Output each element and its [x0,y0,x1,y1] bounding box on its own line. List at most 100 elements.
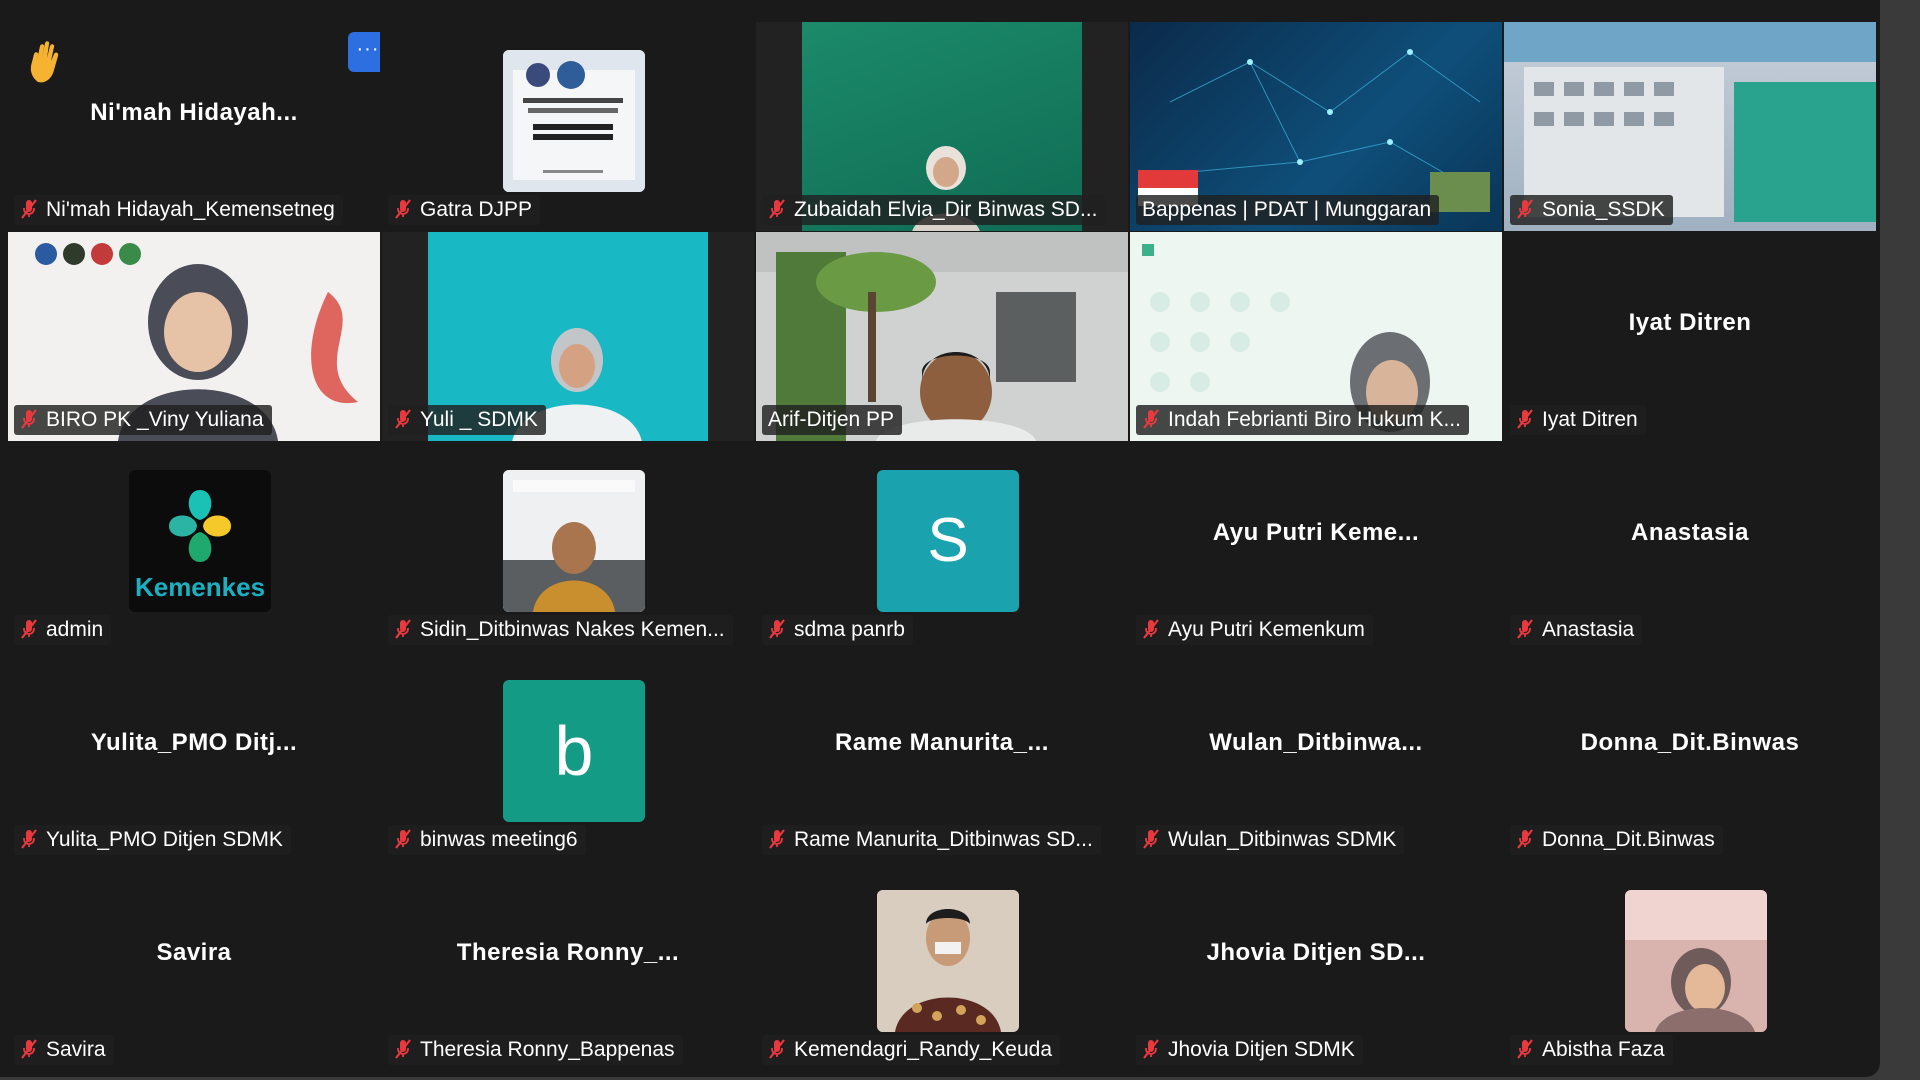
participant-name: Arif-Ditjen PP [768,408,895,431]
mic-muted-icon [768,828,786,850]
participant-display-name: Ayu Putri Keme... [1212,519,1420,546]
mic-muted-icon [1516,408,1534,430]
participant-name-label: Bappenas | PDAT | Munggaran [1136,195,1440,225]
participant-name-label: sdma panrb [762,615,913,645]
participant-display-name: Donna_Dit.Binwas [1580,729,1800,756]
mic-muted-icon [20,408,38,430]
participant-name-label: Zubaidah Elvia_Dir Binwas SD... [762,195,1106,225]
participant-display-name: Yulita_PMO Ditj... [90,729,298,756]
participant-tile[interactable]: Yulita_PMO Ditj... Yulita_PMO Ditjen SDM… [8,652,380,861]
mic-muted-icon [1516,1038,1534,1060]
participant-tile[interactable]: Jhovia Ditjen SD... Jhovia Ditjen SDMK [1130,862,1502,1071]
mic-muted-icon [20,1038,38,1060]
mic-muted-icon [768,618,786,640]
participant-tile[interactable]: Wulan_Ditbinwa... Wulan_Ditbinwas SDMK [1130,652,1502,861]
participant-name-label: BIRO PK _Viny Yuliana [14,405,272,435]
mic-muted-icon [394,1038,412,1060]
mic-muted-icon [768,198,786,220]
participant-name: BIRO PK _Viny Yuliana [46,408,264,431]
participant-name-label: Arif-Ditjen PP [762,405,903,435]
participant-name: Rame Manurita_Ditbinwas SD... [794,828,1093,851]
participant-tile[interactable]: b binwas meeting6 [382,652,754,861]
participant-name-label: Gatra DJPP [388,195,541,225]
participant-tile[interactable]: Sidin_Ditbinwas Nakes Kemen... [382,442,754,651]
participant-tile[interactable]: Theresia Ronny_... Theresia Ronny_Bappen… [382,862,754,1071]
kemenkes-logo-icon: Kemenkes [135,490,265,602]
participant-name: Sonia_SSDK [1542,198,1665,221]
participant-tile[interactable]: S sdma panrb [756,442,1128,651]
participant-display-name: Wulan_Ditbinwa... [1209,729,1423,756]
participant-name: Sidin_Ditbinwas Nakes Kemen... [420,618,725,641]
participant-name-label: Yulita_PMO Ditjen SDMK [14,825,291,855]
participant-name-label: Wulan_Ditbinwas SDMK [1136,825,1405,855]
participant-display-name: Rame Manurita_... [835,729,1049,756]
participant-tile[interactable]: Abistha Faza [1504,862,1876,1071]
kemenkes-avatar: Kemenkes [129,470,271,612]
participant-name: Ni'mah Hidayah_Kemensetneg [46,198,335,221]
participant-display-name: Savira [156,939,232,966]
mic-muted-icon [1142,618,1160,640]
participant-name: admin [46,618,104,641]
participant-name: Theresia Ronny_Bappenas [420,1038,675,1061]
video-gallery: ··· Ni'mah Hidayah... Ni'mah Hidayah_Kem… [0,0,1880,1077]
participant-tile[interactable]: BIRO PK _Viny Yuliana [8,232,380,441]
participant-tile[interactable]: Indah Febrianti Biro Hukum K... [1130,232,1502,441]
participant-name-label: Donna_Dit.Binwas [1510,825,1723,855]
participant-name-label: Anastasia [1510,615,1643,645]
participant-name: Yulita_PMO Ditjen SDMK [46,828,283,851]
participant-display-name: Theresia Ronny_... [456,939,680,966]
participant-tile[interactable]: Iyat Ditren Iyat Ditren [1504,232,1876,441]
participant-name: Indah Febrianti Biro Hukum K... [1168,408,1461,431]
participant-display-name: Iyat Ditren [1628,309,1752,336]
mic-muted-icon [1516,618,1534,640]
participant-name: Anastasia [1542,618,1635,641]
participant-display-name: Anastasia [1631,519,1749,546]
participant-tile[interactable]: Savira Savira [8,862,380,1071]
participant-name: Savira [46,1038,106,1061]
participant-name: Gatra DJPP [420,198,533,221]
participant-name: Yuli _ SDMK [420,408,538,431]
participant-tile[interactable]: Bappenas | PDAT | Munggaran [1130,22,1502,231]
mic-muted-icon [1516,828,1534,850]
participant-tile[interactable]: Zubaidah Elvia_Dir Binwas SD... [756,22,1128,231]
participant-name: Wulan_Ditbinwas SDMK [1168,828,1397,851]
participant-name-label: Abistha Faza [1510,1035,1673,1065]
mic-muted-icon [1142,1038,1160,1060]
participant-name: Bappenas | PDAT | Munggaran [1142,198,1432,221]
participant-name-label: Iyat Ditren [1510,405,1646,435]
participant-tile[interactable]: Sonia_SSDK [1504,22,1876,231]
participant-tile[interactable]: Kemenkes admin [8,442,380,651]
participant-name-label: Ni'mah Hidayah_Kemensetneg [14,195,343,225]
participant-name: Zubaidah Elvia_Dir Binwas SD... [794,198,1098,221]
participant-name-label: Yuli _ SDMK [388,405,546,435]
participant-tile[interactable]: Donna_Dit.Binwas Donna_Dit.Binwas [1504,652,1876,861]
participant-name-label: Savira [14,1035,114,1065]
participant-display-name: Jhovia Ditjen SD... [1206,939,1426,966]
mic-muted-icon [20,828,38,850]
participant-photo [1625,890,1767,1032]
participant-name-label: binwas meeting6 [388,825,586,855]
participant-name-label: admin [14,615,112,645]
participant-name-label: Jhovia Ditjen SDMK [1136,1035,1363,1065]
participant-name-label: Indah Febrianti Biro Hukum K... [1136,405,1469,435]
participant-name-label: Sidin_Ditbinwas Nakes Kemen... [388,615,733,645]
mic-muted-icon [394,618,412,640]
participant-tile[interactable]: Yuli _ SDMK [382,232,754,441]
participant-name-label: Theresia Ronny_Bappenas [388,1035,683,1065]
participant-tile-active-speaker[interactable]: Arif-Ditjen PP [756,232,1128,441]
mic-muted-icon [394,828,412,850]
participant-tile[interactable]: Rame Manurita_... Rame Manurita_Ditbinwa… [756,652,1128,861]
mic-muted-icon [1516,198,1534,220]
mic-muted-icon [394,408,412,430]
djpp-logo-thumbnail [503,50,645,192]
participant-name: Donna_Dit.Binwas [1542,828,1715,851]
participant-tile[interactable]: Anastasia Anastasia [1504,442,1876,651]
mic-muted-icon [394,198,412,220]
participant-tile[interactable]: Ayu Putri Keme... Ayu Putri Kemenkum [1130,442,1502,651]
participant-tile[interactable]: ··· Ni'mah Hidayah... Ni'mah Hidayah_Kem… [8,22,380,231]
participant-name-label: Kemendagri_Randy_Keuda [762,1035,1061,1065]
participant-tile[interactable]: Gatra DJPP [382,22,754,231]
letter-avatar: S [877,470,1019,612]
participant-tile[interactable]: Kemendagri_Randy_Keuda [756,862,1128,1071]
djpp-logo-icon [503,50,645,192]
